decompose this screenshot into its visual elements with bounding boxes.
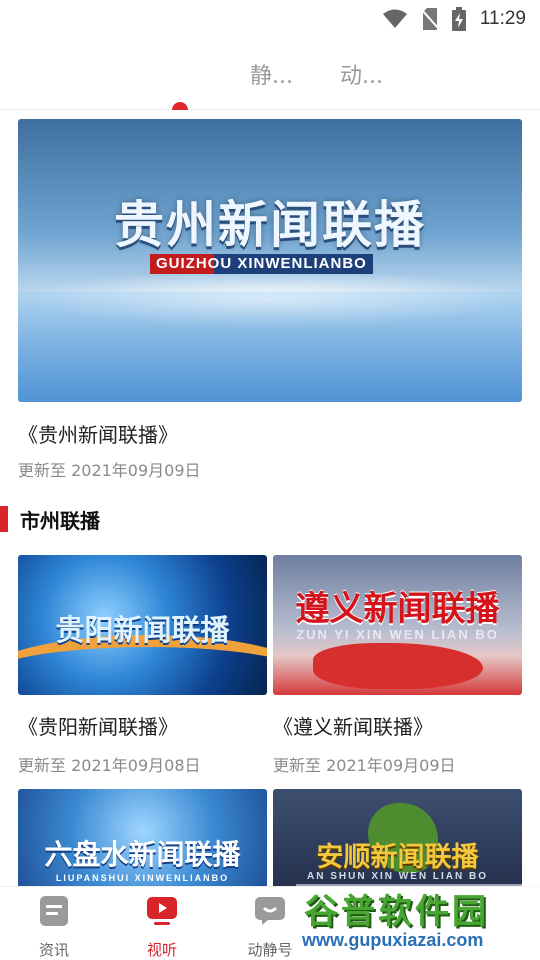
thumbnail-title: 六盘水新闻联播 xyxy=(44,838,241,871)
watermark-text: 谷普软件园 xyxy=(304,892,489,932)
section-accent-bar xyxy=(0,506,8,532)
wifi-icon xyxy=(382,9,407,28)
program-updated: 更新至 2021年09月08日 xyxy=(18,756,201,775)
tab-static[interactable]: 静... xyxy=(250,58,293,90)
status-time: 11:29 xyxy=(479,8,526,29)
news-doc-icon xyxy=(40,896,68,926)
section-header: 市州联播 xyxy=(0,506,100,533)
hero-banner-title: 贵州新闻联播 xyxy=(114,196,426,254)
program-card-guiyang[interactable]: 贵阳新闻联播 《贵阳新闻联播》 更新至 2021年09月08日 xyxy=(18,555,267,776)
tab-news[interactable]: 资讯 xyxy=(9,895,99,960)
thumbnail-title: 遵义新闻联播 xyxy=(295,589,500,629)
hero-title[interactable]: 《贵州新闻联播》 xyxy=(18,419,178,448)
top-tab-bar: 静... 动... xyxy=(0,38,540,110)
thumb-map-shape xyxy=(313,643,483,689)
tab-indicator xyxy=(172,102,188,110)
chat-bubble-icon xyxy=(255,897,285,925)
thumbnail-subtitle: LIUPANSHUI XINWENLIANBO xyxy=(55,873,230,883)
watermark-url: www.gupuxiazai.com xyxy=(302,930,484,950)
hero-updated: 更新至 2021年09月09日 xyxy=(18,461,201,480)
tab-dynamic[interactable]: 动... xyxy=(340,58,383,90)
tab-video-label: 视听 xyxy=(146,941,177,959)
program-card-zunyi[interactable]: 遵义新闻联播 ZUN YI XIN WEN LIAN BO 《遵义新闻联播》 更… xyxy=(273,555,522,776)
section-title: 市州联播 xyxy=(20,508,100,533)
video-feed[interactable]: 贵州新闻联播 GUIZHOU XINWENLIANBO 《贵州新闻联播》 更新至… xyxy=(0,110,540,886)
site-watermark: 谷普软件园 www.gupuxiazai.com xyxy=(296,884,540,960)
hero-floor xyxy=(18,292,522,402)
hero-banner-subtitle: GUIZHOU XINWENLIANBO xyxy=(150,254,373,274)
tab-video[interactable]: 视听 xyxy=(117,895,207,960)
battery-charging-icon xyxy=(451,7,466,31)
program-title[interactable]: 《贵阳新闻联播》 xyxy=(18,711,267,740)
thumbnail-title: 安顺新闻联播 xyxy=(316,842,479,873)
program-thumbnail[interactable]: 安顺新闻联播 AN SHUN XIN WEN LIAN BO xyxy=(273,789,522,886)
status-bar: 11:29 xyxy=(0,0,540,38)
program-thumbnail[interactable]: 六盘水新闻联播 LIUPANSHUI XINWENLIANBO xyxy=(18,789,267,886)
thumbnail-subtitle: ZUN YI XIN WEN LIAN BO xyxy=(296,627,499,642)
program-card-liupanshui[interactable]: 六盘水新闻联播 LIUPANSHUI XINWENLIANBO xyxy=(18,789,267,886)
program-title[interactable]: 《遵义新闻联播》 xyxy=(273,711,522,740)
program-thumbnail[interactable]: 贵阳新闻联播 xyxy=(18,555,267,695)
thumbnail-title: 贵阳新闻联播 xyxy=(55,613,230,647)
play-video-icon xyxy=(147,897,177,925)
program-card-anshun[interactable]: 安顺新闻联播 AN SHUN XIN WEN LIAN BO xyxy=(273,789,522,886)
sim-no-signal-icon xyxy=(421,8,438,30)
program-thumbnail[interactable]: 遵义新闻联播 ZUN YI XIN WEN LIAN BO xyxy=(273,555,522,695)
tab-news-label: 资讯 xyxy=(38,941,69,959)
thumbnail-subtitle: AN SHUN XIN WEN LIAN BO xyxy=(307,871,488,882)
program-updated: 更新至 2021年09月09日 xyxy=(273,756,456,775)
hero-thumbnail[interactable]: 贵州新闻联播 GUIZHOU XINWENLIANBO xyxy=(18,119,522,402)
